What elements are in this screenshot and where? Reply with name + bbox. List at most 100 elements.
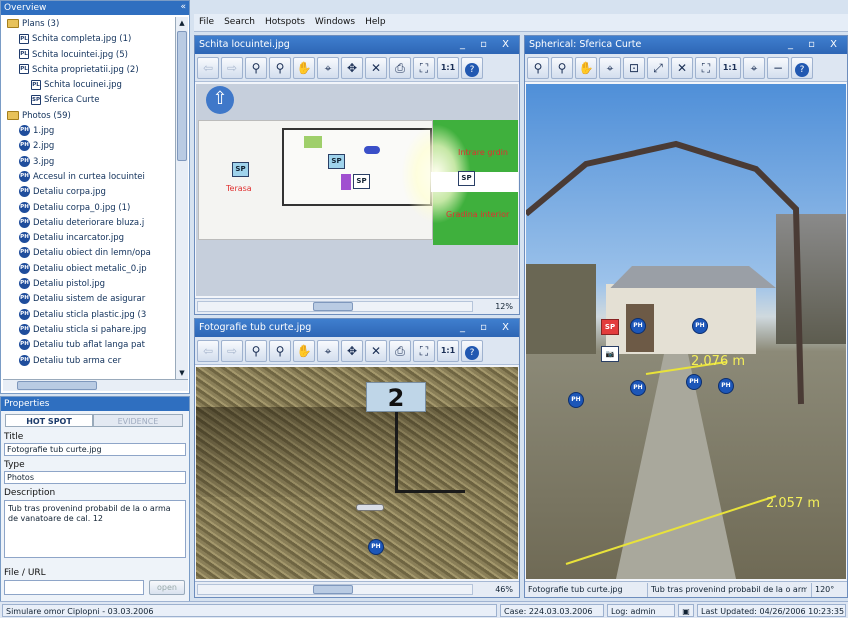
- sp-marker-4[interactable]: SP: [458, 171, 475, 186]
- forward-icon[interactable]: ⇨: [221, 340, 243, 362]
- tree-item[interactable]: PL Schita locuintei.jpg (5): [3, 48, 175, 63]
- scroll-up-icon[interactable]: ▲: [176, 17, 188, 29]
- menu-help[interactable]: Help: [360, 14, 391, 30]
- tree-item[interactable]: PH 1.jpg: [3, 124, 175, 139]
- menu-search[interactable]: Search: [219, 14, 260, 30]
- tree-item[interactable]: PL Schita proprietatii.jpg (2): [3, 63, 175, 78]
- menu-hotspots[interactable]: Hotspots: [260, 14, 310, 30]
- ph-marker-3[interactable]: PH: [630, 380, 646, 396]
- zoom-in-icon[interactable]: ⚲: [245, 57, 267, 79]
- overview-vscrollbar[interactable]: ▲ ▼: [175, 17, 188, 379]
- scroll-down-icon[interactable]: ▼: [176, 367, 188, 379]
- target-icon[interactable]: ⌖: [317, 340, 339, 362]
- tree-item[interactable]: PH Detaliu tub aflat langa pat: [3, 338, 175, 353]
- sp-marker-3[interactable]: SP: [353, 174, 370, 189]
- scroll-thumb[interactable]: [177, 31, 187, 161]
- one-to-one-icon[interactable]: 1:1: [719, 57, 741, 79]
- menu-file[interactable]: File: [194, 14, 219, 30]
- back-icon[interactable]: ⇦: [197, 340, 219, 362]
- zoom-out-icon[interactable]: ⚲: [269, 57, 291, 79]
- tree-item[interactable]: PH Detaliu sticla plastic.jpg (3: [3, 308, 175, 323]
- tree-item[interactable]: PH Detaliu sistem de asigurar: [3, 292, 175, 307]
- sphere-canvas[interactable]: 2.076 m 2.057 m SP 📷 PH PH PH PH PH PH: [526, 84, 846, 579]
- plan-hscroll-thumb[interactable]: [313, 302, 353, 311]
- tree-item[interactable]: PH Detaliu sticla si pahare.jpg: [3, 323, 175, 338]
- one-to-one-icon[interactable]: 1:1: [437, 340, 459, 362]
- overview-hscrollbar[interactable]: [3, 379, 188, 391]
- delete-icon[interactable]: ✕: [671, 57, 693, 79]
- target-icon[interactable]: ⌖: [317, 57, 339, 79]
- tree-item[interactable]: PL Schita completa.jpg (1): [3, 32, 175, 47]
- info-icon[interactable]: ?: [461, 57, 483, 79]
- tree-item[interactable]: SP Sferica Curte: [3, 93, 175, 108]
- ph-marker-2[interactable]: PH: [692, 318, 708, 334]
- photo-hscroll[interactable]: [197, 584, 473, 595]
- info-icon[interactable]: ?: [461, 340, 483, 362]
- type-field[interactable]: Photos: [4, 471, 186, 484]
- target-plus-icon[interactable]: ⌖: [743, 57, 765, 79]
- zoom-out-icon[interactable]: ⚲: [269, 340, 291, 362]
- crop-icon[interactable]: ⊡: [623, 57, 645, 79]
- tree-item[interactable]: PL Schita locuinei.jpg: [3, 78, 175, 93]
- fit-icon[interactable]: ⛶: [413, 57, 435, 79]
- tree-item[interactable]: PH Detaliu corpa.jpg: [3, 185, 175, 200]
- photo-canvas[interactable]: 2 PH: [196, 367, 518, 579]
- info-icon[interactable]: ?: [791, 57, 813, 79]
- tab-evidence[interactable]: EVIDENCE: [93, 414, 183, 427]
- measure-icon[interactable]: ⤢: [647, 57, 669, 79]
- ph-marker-5[interactable]: PH: [718, 378, 734, 394]
- ph-marker-6[interactable]: PH: [568, 392, 584, 408]
- tree-item[interactable]: PH Detaliu corpa_0.jpg (1): [3, 201, 175, 216]
- photo-window-controls[interactable]: _ ▫ X: [460, 319, 515, 337]
- plan-hscroll[interactable]: [197, 301, 473, 312]
- description-field[interactable]: Tub tras provenind probabil de la o arma…: [4, 500, 186, 558]
- tree-item[interactable]: PH Detaliu tub arma cer: [3, 354, 175, 369]
- target-icon[interactable]: ⌖: [599, 57, 621, 79]
- delete-icon[interactable]: ✕: [365, 57, 387, 79]
- fit-icon[interactable]: ⛶: [695, 57, 717, 79]
- delete-icon[interactable]: ✕: [365, 340, 387, 362]
- move-icon[interactable]: ✥: [341, 340, 363, 362]
- photo-hscroll-thumb[interactable]: [313, 585, 353, 594]
- tree-item[interactable]: Plans (3): [3, 17, 175, 32]
- title-field[interactable]: Fotografie tub curte.jpg: [4, 443, 186, 456]
- tree-item[interactable]: PH Detaliu deteriorare bluza.j: [3, 216, 175, 231]
- plan-canvas[interactable]: ⇧ SP SP SP SP Terasa Intrare grdin Gradi…: [196, 84, 518, 296]
- file-url-field[interactable]: [4, 580, 144, 595]
- print-icon[interactable]: ⎙: [389, 57, 411, 79]
- forward-icon[interactable]: ⇨: [221, 57, 243, 79]
- minus-icon[interactable]: −: [767, 57, 789, 79]
- window-controls[interactable]: _ ▫ X: [460, 36, 515, 54]
- ph-marker-1[interactable]: PH: [630, 318, 646, 334]
- zoom-in-icon[interactable]: ⚲: [245, 340, 267, 362]
- one-to-one-icon[interactable]: 1:1: [437, 57, 459, 79]
- zoom-in-icon[interactable]: ⚲: [527, 57, 549, 79]
- tab-hot-spot[interactable]: HOT SPOT: [5, 414, 93, 427]
- fit-icon[interactable]: ⛶: [413, 340, 435, 362]
- tree-item[interactable]: PH Detaliu obiect din lemn/opa: [3, 246, 175, 261]
- print-icon[interactable]: ⎙: [389, 340, 411, 362]
- camera-marker-icon[interactable]: 📷: [601, 346, 619, 362]
- hand-icon[interactable]: ✋: [293, 340, 315, 362]
- sp-marker-2[interactable]: SP: [328, 154, 345, 169]
- sphere-window-controls[interactable]: _ ▫ X: [788, 36, 843, 54]
- tree-item[interactable]: Photos (59): [3, 109, 175, 124]
- sp-marker-1[interactable]: SP: [232, 162, 249, 177]
- status-lock-icon[interactable]: ▣: [678, 604, 694, 617]
- back-icon[interactable]: ⇦: [197, 57, 219, 79]
- open-button[interactable]: open: [149, 580, 185, 595]
- menu-windows[interactable]: Windows: [310, 14, 360, 30]
- zoom-out-icon[interactable]: ⚲: [551, 57, 573, 79]
- tree-item[interactable]: PH Detaliu pistol.jpg: [3, 277, 175, 292]
- hand-icon[interactable]: ✋: [575, 57, 597, 79]
- tree-item[interactable]: PH Detaliu obiect metalic_0.jp: [3, 262, 175, 277]
- hscroll-thumb[interactable]: [17, 381, 97, 390]
- ph-marker-4[interactable]: PH: [686, 374, 702, 390]
- panel-close-icon[interactable]: «: [180, 2, 186, 12]
- move-icon[interactable]: ✥: [341, 57, 363, 79]
- tree-item[interactable]: PH 2.jpg: [3, 139, 175, 154]
- hand-icon[interactable]: ✋: [293, 57, 315, 79]
- ph-marker[interactable]: PH: [368, 539, 384, 555]
- tree-item[interactable]: PH 3.jpg: [3, 155, 175, 170]
- tree-item[interactable]: PH Detaliu incarcator.jpg: [3, 231, 175, 246]
